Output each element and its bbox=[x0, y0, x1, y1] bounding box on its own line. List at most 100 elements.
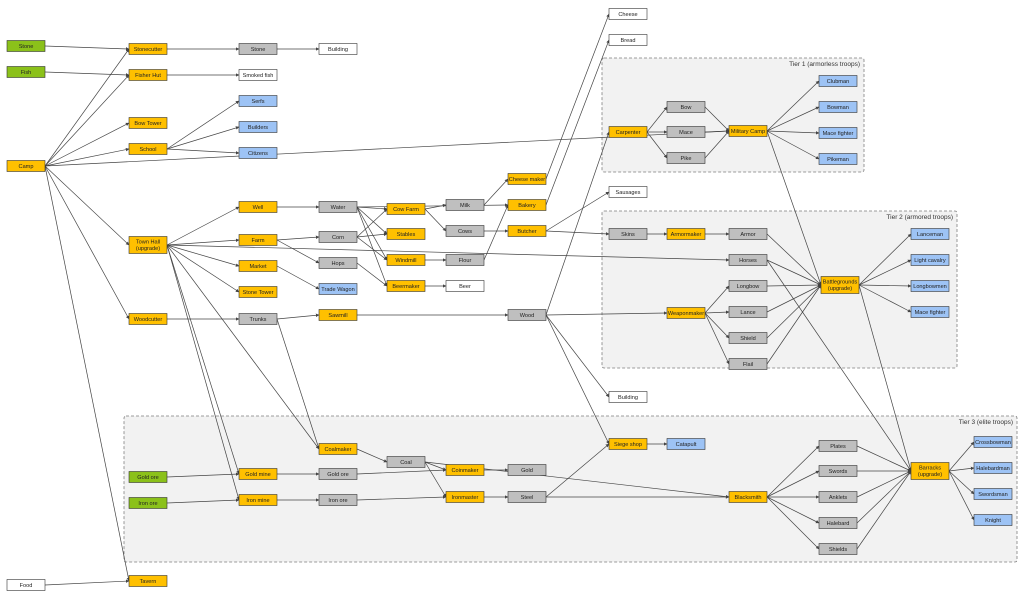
edge-camp-to-town_hall bbox=[44, 165, 130, 246]
node-label: Pikeman bbox=[827, 157, 849, 163]
edge-water-to-stables bbox=[356, 206, 388, 235]
node-halebardman: Halebardman bbox=[973, 462, 1013, 474]
node-gold-mine: Gold mine bbox=[238, 468, 278, 480]
node-weaponmaker: Weaponmaker bbox=[666, 307, 706, 319]
edge-school-to-citizens bbox=[166, 148, 240, 155]
node-label: Lance bbox=[740, 310, 755, 316]
node-label: Gold mine bbox=[245, 472, 271, 478]
node-label: Armormaker bbox=[671, 232, 702, 238]
node-longbow: Longbow bbox=[728, 280, 768, 292]
node-label: Tavern bbox=[140, 579, 157, 585]
node-label: Market bbox=[249, 264, 267, 270]
node-market: Market bbox=[238, 260, 278, 272]
node-iron-ore-mat: Iron ore bbox=[318, 494, 358, 506]
node-coinmaker: Coinmaker bbox=[445, 464, 485, 476]
edge-cow_farm-to-cows bbox=[424, 208, 447, 232]
edge-corn-to-stables bbox=[356, 232, 388, 238]
node-label: Swords bbox=[829, 469, 848, 475]
node-label: Blacksmith bbox=[734, 495, 761, 501]
node-label: Flail bbox=[743, 362, 753, 368]
node-label: Windmill bbox=[395, 258, 416, 264]
node-label: Trade Wagon bbox=[321, 287, 354, 293]
edge-water-to-cow_farm bbox=[356, 206, 388, 211]
node-label: Swordsman bbox=[978, 492, 1008, 498]
node-stone-tower: Stone Tower bbox=[238, 286, 278, 298]
node-label: Fisher Hut bbox=[135, 73, 161, 79]
node-anklets: Anklets bbox=[818, 491, 858, 503]
node-label: Smoked fish bbox=[243, 73, 274, 79]
node-mace: Mace bbox=[666, 126, 706, 138]
node-fisher-hut: Fisher Hut bbox=[128, 69, 168, 81]
node-armor: Armor bbox=[728, 228, 768, 240]
edge-town_hall-to-farm bbox=[166, 238, 240, 246]
node-well: Well bbox=[238, 201, 278, 213]
node-label: Trunks bbox=[250, 317, 267, 323]
node-blacksmith: Blacksmith bbox=[728, 491, 768, 503]
edge-butcher-to-sausages bbox=[545, 191, 610, 232]
node-label: Siege shop bbox=[614, 442, 642, 448]
node-bakery: Bakery bbox=[507, 199, 547, 211]
node-flour: Flour bbox=[445, 254, 485, 266]
node-butcher: Butcher bbox=[507, 225, 547, 237]
node-label: Citizens bbox=[248, 151, 268, 157]
node-cheese-maker: Cheese maker bbox=[507, 173, 547, 185]
node-label: Building bbox=[328, 47, 348, 53]
node-label: Crossbowman bbox=[975, 440, 1011, 446]
edge-cheese_maker-to-cheese bbox=[545, 13, 610, 180]
edge-water-to-bakery bbox=[356, 203, 509, 208]
node-label: Bow bbox=[681, 105, 693, 111]
node-plates: Plates bbox=[818, 440, 858, 452]
node-food: Food bbox=[6, 579, 46, 591]
node-label: Ironmaster bbox=[452, 495, 479, 501]
node-label: Sawmill bbox=[328, 313, 347, 319]
node-battlegrounds: Battlegrounds (upgrade) bbox=[820, 276, 860, 294]
node-label: Coal bbox=[400, 460, 412, 466]
node-fish: Fish bbox=[6, 66, 46, 78]
edge-wood-to-carpenter bbox=[545, 131, 610, 316]
node-cows: Cows bbox=[445, 225, 485, 237]
node-building2: Building bbox=[608, 391, 648, 403]
node-label: Carpenter bbox=[616, 130, 641, 136]
node-label: Builders bbox=[248, 125, 268, 131]
node-skins: Skins bbox=[608, 228, 648, 240]
node-catapult: Catapult bbox=[666, 438, 706, 450]
node-label: Gold ore bbox=[137, 475, 158, 481]
node-smoked-fish: Smoked fish bbox=[238, 69, 278, 81]
node-label: Flour bbox=[459, 258, 472, 264]
node-label: Town Hall (upgrade) bbox=[136, 240, 160, 253]
node-label: Halebardman bbox=[976, 466, 1010, 472]
node-label: Plates bbox=[830, 444, 846, 450]
edge-farm-to-corn bbox=[276, 235, 320, 241]
node-label: Longbowmen bbox=[913, 284, 947, 290]
node-label: Cheese maker bbox=[509, 177, 546, 183]
node-label: Woodcutter bbox=[134, 317, 163, 323]
node-label: Wood bbox=[520, 313, 535, 319]
edge-corn-to-windmill bbox=[356, 236, 388, 261]
edge-town_hall-to-stone_tower bbox=[166, 244, 240, 293]
node-building1: Building bbox=[318, 43, 358, 55]
node-stone-res: Stone bbox=[6, 40, 46, 52]
node-camp: Camp bbox=[6, 160, 46, 172]
node-label: Mace bbox=[679, 130, 693, 136]
node-label: Coalmaker bbox=[324, 447, 351, 453]
node-label: Pike bbox=[681, 156, 692, 162]
node-lance: Lance bbox=[728, 306, 768, 318]
node-label: Bread bbox=[621, 38, 636, 44]
node-label: Fish bbox=[21, 70, 32, 76]
node-stonecutter: Stonecutter bbox=[128, 43, 168, 55]
node-label: Building bbox=[618, 395, 638, 401]
node-label: Anklets bbox=[829, 495, 848, 501]
node-halebard: Halebard bbox=[818, 517, 858, 529]
node-pike: Pike bbox=[666, 152, 706, 164]
node-label: Stone Tower bbox=[243, 290, 274, 296]
node-label: Beer bbox=[459, 284, 471, 290]
edge-flour-to-bakery bbox=[483, 204, 509, 261]
node-label: Bow Tower bbox=[134, 121, 161, 127]
node-bread: Bread bbox=[608, 34, 648, 46]
node-horses: Horses bbox=[728, 254, 768, 266]
node-label: Shields bbox=[829, 547, 848, 553]
edge-wood-to-building2 bbox=[545, 314, 610, 398]
node-mace-fighter2: Mace fighter bbox=[910, 306, 950, 318]
node-flail: Flail bbox=[728, 358, 768, 370]
node-label: Light cavalry bbox=[914, 258, 946, 264]
